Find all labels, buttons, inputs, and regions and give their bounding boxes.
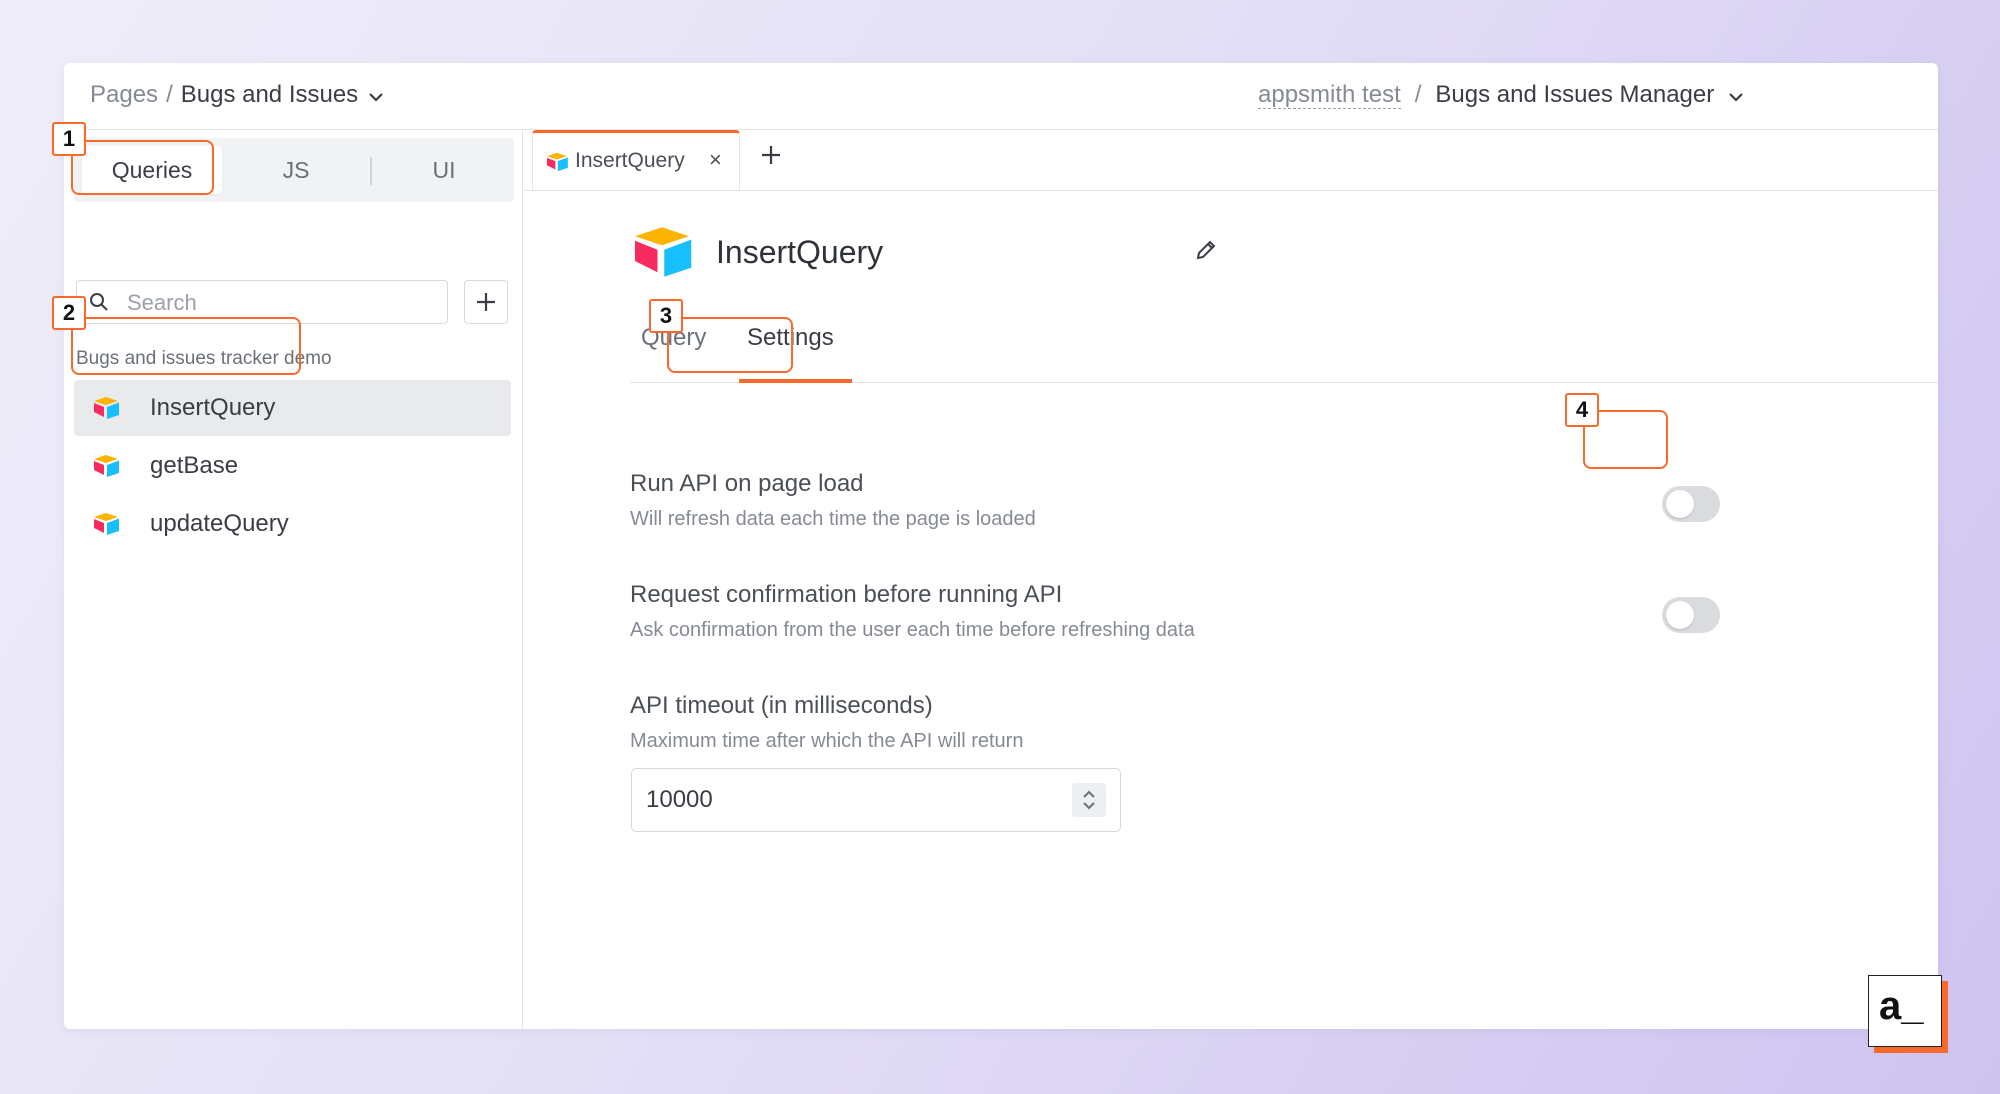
query-title[interactable]: InsertQuery bbox=[716, 234, 883, 271]
editor-tab-label: InsertQuery bbox=[575, 149, 685, 172]
airtable-logo-icon bbox=[92, 396, 120, 425]
setting-timeout-title: API timeout (in milliseconds) bbox=[630, 692, 933, 719]
setting-confirmation-description: Ask confirmation from the user each time… bbox=[630, 619, 1195, 641]
number-stepper[interactable] bbox=[1072, 783, 1106, 817]
annotation-badge: 1 bbox=[52, 122, 86, 156]
breadcrumb-root[interactable]: Pages bbox=[90, 81, 158, 109]
top-header: Pages / Bugs and Issues appsmith test / … bbox=[64, 63, 1938, 130]
airtable-logo-icon bbox=[92, 512, 120, 541]
add-query-button[interactable] bbox=[464, 280, 508, 324]
tab-divider bbox=[370, 157, 372, 185]
setting-timeout-description: Maximum time after which the API will re… bbox=[630, 730, 1024, 752]
airtable-logo-icon bbox=[92, 454, 120, 483]
search-icon bbox=[89, 292, 109, 317]
api-timeout-input[interactable]: 10000 bbox=[631, 768, 1121, 832]
setting-confirmation-title: Request confirmation before running API bbox=[630, 581, 1063, 608]
tab-ui[interactable]: UI bbox=[394, 138, 494, 202]
toggle-knob bbox=[1666, 601, 1694, 629]
query-name: updateQuery bbox=[150, 510, 289, 537]
current-page-name[interactable]: Bugs and Issues bbox=[181, 81, 358, 109]
highlight-queries-tab bbox=[71, 140, 214, 195]
setting-run-on-load-description: Will refresh data each time the page is … bbox=[630, 508, 1036, 530]
editor-tab-insertquery[interactable]: InsertQuery × bbox=[532, 130, 740, 190]
chevron-down-icon[interactable] bbox=[368, 81, 384, 109]
run-on-page-load-toggle[interactable] bbox=[1662, 486, 1720, 522]
editor-tab-strip: InsertQuery × bbox=[524, 130, 1938, 191]
workspace-name[interactable]: appsmith test bbox=[1258, 81, 1401, 109]
annotation-badge: 4 bbox=[1565, 393, 1599, 427]
search-placeholder: Search bbox=[127, 290, 197, 315]
query-editor: InsertQuery × InsertQuery Query Settings… bbox=[524, 130, 1938, 1029]
query-list-item[interactable]: updateQuery bbox=[74, 496, 511, 552]
query-name: getBase bbox=[150, 452, 239, 479]
new-tab-button[interactable] bbox=[760, 142, 782, 172]
explorer-sidebar: Queries JS UI Search Bugs and issues tra… bbox=[64, 130, 523, 1029]
toggle-knob bbox=[1666, 490, 1694, 518]
query-name: InsertQuery bbox=[150, 394, 276, 421]
active-subtab-indicator bbox=[739, 379, 852, 383]
application-name[interactable]: Bugs and Issues Manager bbox=[1435, 81, 1714, 109]
close-icon[interactable]: × bbox=[709, 147, 722, 173]
pencil-icon[interactable] bbox=[1194, 238, 1218, 267]
breadcrumb-separator: / bbox=[166, 81, 173, 108]
request-confirmation-toggle[interactable] bbox=[1662, 597, 1720, 633]
app-window: Pages / Bugs and Issues appsmith test / … bbox=[64, 63, 1938, 1029]
app-breadcrumb[interactable]: appsmith test / Bugs and Issues Manager bbox=[1258, 81, 1744, 109]
logo-box: a_ bbox=[1868, 975, 1942, 1047]
airtable-logo-icon bbox=[545, 152, 569, 177]
tab-js[interactable]: JS bbox=[246, 138, 346, 202]
highlight-insertquery-item bbox=[71, 317, 301, 375]
logo-text: a_ bbox=[1879, 984, 1924, 1028]
appsmith-logo: a_ bbox=[1868, 975, 1948, 1053]
api-timeout-value: 10000 bbox=[646, 786, 713, 813]
query-list-item[interactable]: getBase bbox=[74, 438, 511, 494]
highlight-settings-tab bbox=[667, 317, 793, 373]
chevron-down-icon[interactable] bbox=[1728, 81, 1744, 109]
page-breadcrumb[interactable]: Pages / Bugs and Issues bbox=[90, 81, 384, 109]
app-breadcrumb-separator: / bbox=[1414, 81, 1422, 108]
airtable-logo-icon bbox=[630, 225, 694, 284]
annotation-badge: 2 bbox=[52, 296, 86, 330]
setting-run-on-load-title: Run API on page load bbox=[630, 470, 864, 497]
query-list-item[interactable]: InsertQuery bbox=[74, 380, 511, 436]
annotation-badge: 3 bbox=[649, 299, 683, 333]
plus-icon bbox=[465, 293, 507, 327]
